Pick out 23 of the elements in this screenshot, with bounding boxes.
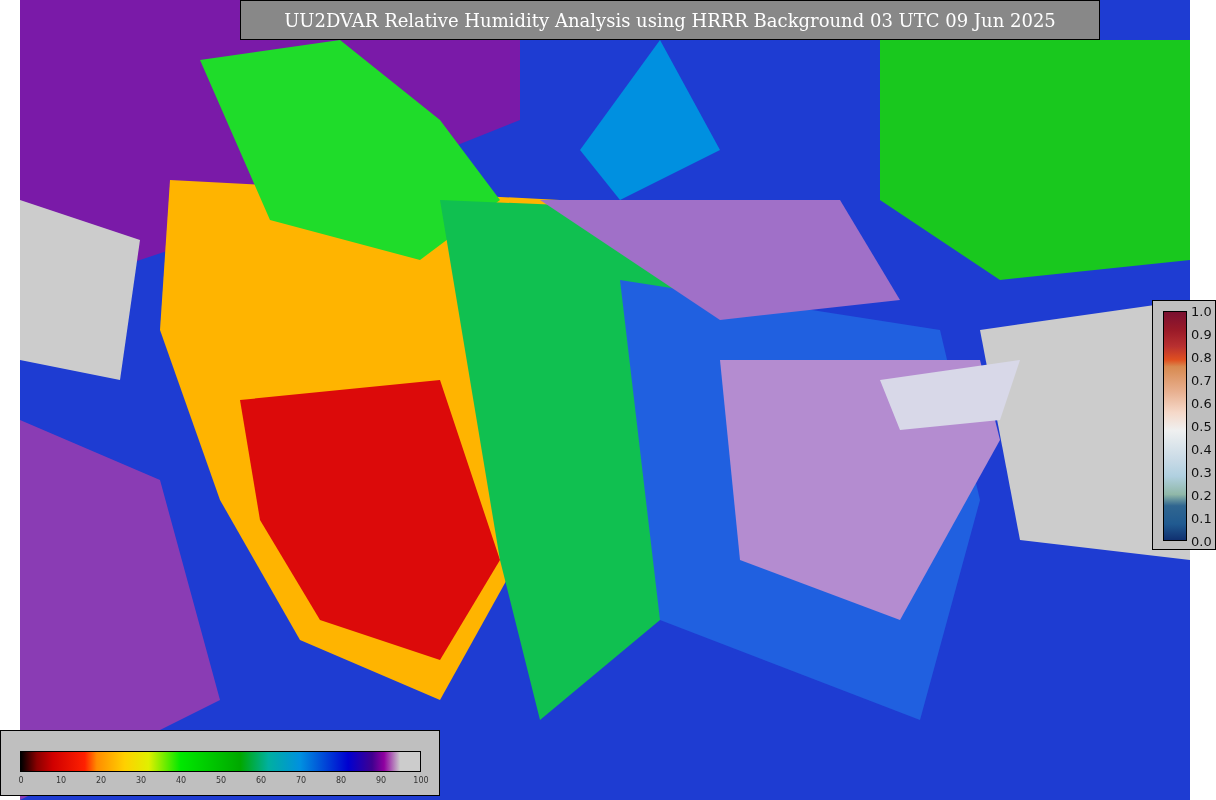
colorbar-tick-label: 0.9 — [1191, 327, 1212, 341]
colorbar-tick-label: 70 — [295, 775, 307, 787]
colorbar-tick-label: 10 — [55, 775, 67, 787]
colorbar-tick-label: 0.6 — [1191, 396, 1212, 410]
colorbar-tick-label: 40 — [175, 775, 187, 787]
colorbar-tick-label: 0.8 — [1191, 350, 1212, 364]
colorbar-tick-label: 80 — [335, 775, 347, 787]
colorbar-tick-label: 0.2 — [1191, 488, 1212, 502]
colorbar-tick-label: 0.5 — [1191, 419, 1212, 433]
colorbar-tick-label: 0 — [18, 775, 24, 787]
colorbar-tick-label: 100 — [413, 775, 429, 787]
colorbar-tick-label: 0.1 — [1191, 511, 1212, 525]
colorbar-tick-label: 0.3 — [1191, 465, 1212, 479]
colorbar-tick-label: 50 — [215, 775, 227, 787]
colorbar-tick-label: 30 — [135, 775, 147, 787]
colorbar-tick-label: 90 — [375, 775, 387, 787]
colorbar-tick-label: 0.4 — [1191, 442, 1212, 456]
map-title: UU2DVAR Relative Humidity Analysis using HRRR Background 03 UTC 09 Jun 2025 — [240, 0, 1100, 40]
colorbar-tick-label: 0.7 — [1191, 373, 1212, 387]
colorbar-tick-label: 60 — [255, 775, 267, 787]
colorbar-tick-label: 20 — [95, 775, 107, 787]
colorbar-tick-label: 1.0 — [1191, 304, 1212, 318]
colorbar-tick-label: 0.0 — [1191, 534, 1212, 548]
